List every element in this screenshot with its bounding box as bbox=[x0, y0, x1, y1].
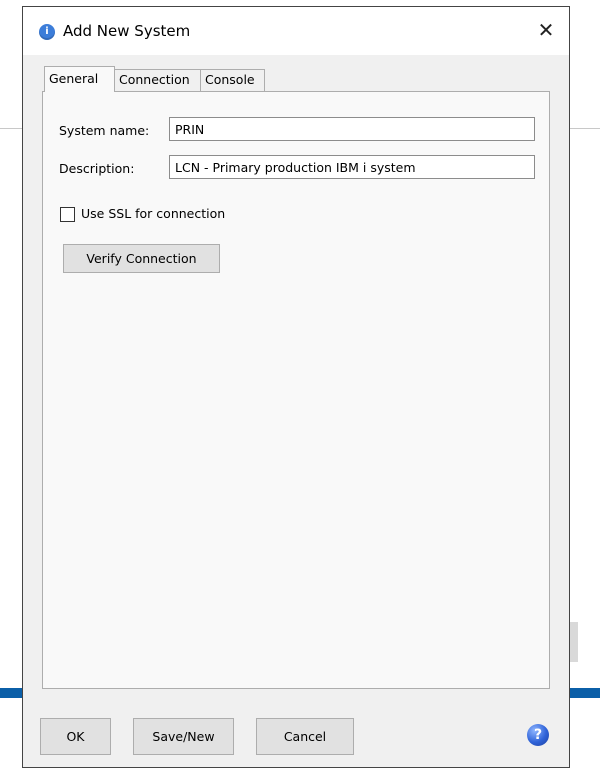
cancel-button[interactable]: Cancel bbox=[256, 718, 354, 755]
help-icon[interactable]: ? bbox=[527, 724, 549, 746]
description-label: Description: bbox=[59, 161, 135, 176]
ok-button[interactable]: OK bbox=[40, 718, 111, 755]
info-icon: i bbox=[39, 24, 55, 40]
add-new-system-dialog: i Add New System ✕ General Connection Co… bbox=[22, 6, 570, 768]
title-bar: i Add New System ✕ bbox=[23, 7, 569, 55]
use-ssl-label: Use SSL for connection bbox=[81, 206, 226, 221]
background-taskbar bbox=[0, 688, 22, 698]
use-ssl-checkbox[interactable] bbox=[60, 207, 75, 222]
system-name-label: System name: bbox=[59, 123, 150, 138]
close-button[interactable]: ✕ bbox=[523, 7, 569, 53]
background-divider bbox=[570, 128, 600, 129]
background-taskbar bbox=[570, 688, 600, 698]
background-scrollbar bbox=[570, 622, 578, 662]
general-tab-panel: System name: Description: Use SSL for co… bbox=[42, 91, 550, 689]
description-input[interactable] bbox=[169, 155, 535, 179]
verify-connection-button[interactable]: Verify Connection bbox=[63, 244, 220, 273]
save-new-button[interactable]: Save/New bbox=[133, 718, 234, 755]
system-name-input[interactable] bbox=[169, 117, 535, 141]
tab-general[interactable]: General bbox=[44, 66, 115, 92]
tab-console[interactable]: Console bbox=[200, 69, 265, 91]
tab-connection[interactable]: Connection bbox=[114, 69, 201, 91]
dialog-title: Add New System bbox=[63, 22, 191, 40]
background-divider bbox=[0, 128, 22, 129]
